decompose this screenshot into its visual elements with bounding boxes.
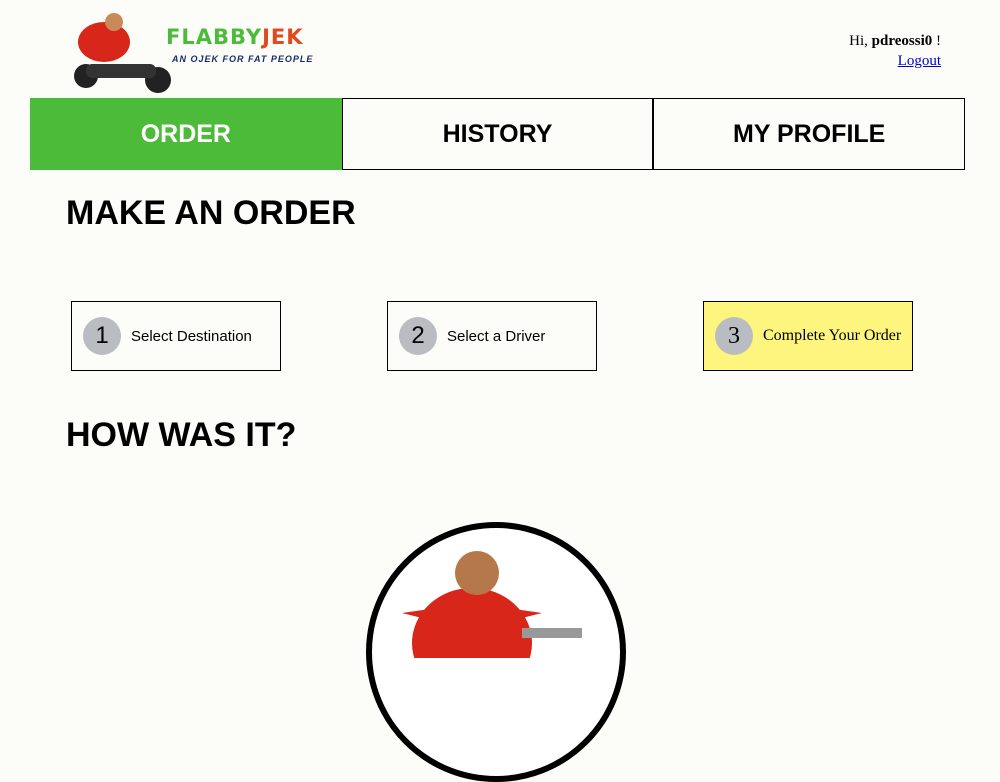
step-complete-order: 3 Complete Your Order [703, 301, 913, 371]
brand-tagline: AN OJEK FOR FAT PEOPLE [172, 54, 314, 64]
tab-history[interactable]: HISTORY [341, 98, 654, 170]
step-number: 1 [83, 317, 121, 355]
brand-part2: JEK [262, 25, 304, 49]
step-number: 3 [715, 317, 753, 355]
step-label: Select a Driver [447, 327, 546, 345]
driver-photo [366, 522, 626, 782]
main-nav: ORDER HISTORY MY PROFILE [30, 98, 966, 170]
username: pdreossi0 [871, 33, 933, 49]
logo[interactable]: FLABBYJEK AN OJEK FOR FAT PEOPLE [66, 12, 326, 96]
step-select-driver: 2 Select a Driver [387, 301, 597, 371]
brand-name: FLABBYJEK [166, 25, 304, 49]
rating-title: HOW WAS IT? [66, 416, 297, 454]
page-title: MAKE AN ORDER [66, 194, 356, 232]
user-panel: Hi, pdreossi0 ! Logout [849, 31, 941, 71]
greeting-suffix: ! [936, 33, 941, 49]
step-label: Complete Your Order [763, 327, 902, 344]
greeting: Hi, [849, 33, 868, 49]
logout-link[interactable]: Logout [898, 53, 941, 69]
mascot-motorbike-icon [74, 13, 171, 93]
tab-my-profile[interactable]: MY PROFILE [653, 98, 966, 170]
step-select-destination: 1 Select Destination [71, 301, 281, 371]
step-label: Select Destination [131, 327, 252, 345]
brand-part1: FLABBY [166, 25, 263, 49]
driver-avatar-icon [402, 551, 582, 698]
tab-order[interactable]: ORDER [30, 98, 342, 170]
step-number: 2 [399, 317, 437, 355]
